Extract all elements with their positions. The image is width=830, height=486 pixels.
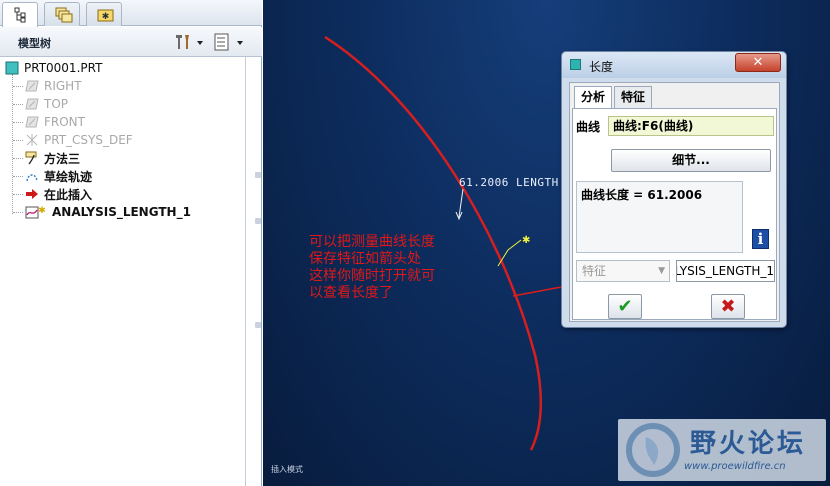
annotation-line: 可以把测量曲线长度 (309, 234, 435, 250)
forum-watermark: 野火论坛 www.proewildfire.cn (618, 419, 826, 481)
tree-item-top[interactable]: TOP (25, 95, 68, 113)
curve-feature-icon (25, 151, 39, 165)
ok-button[interactable]: ✔ (608, 294, 642, 319)
analysis-icon: ✱ (25, 205, 47, 219)
annotation-line: 保存特征如箭头处 (309, 251, 421, 267)
tab-layers[interactable] (44, 2, 80, 26)
result-text-area[interactable]: 曲线长度 = 61.2006 (576, 181, 743, 253)
datum-plane-icon (25, 97, 39, 111)
tree-branch (13, 158, 23, 159)
annotation-line: 这样你随时打开就可 (309, 268, 435, 284)
result-text: 曲线长度 = 61.2006 (581, 188, 703, 202)
tab-favorites[interactable]: ✱ (86, 2, 122, 26)
chevron-down-icon: ▼ (658, 266, 665, 276)
svg-text:✱: ✱ (38, 206, 46, 216)
model-tree-header: 模型树 (0, 27, 262, 57)
tree-item-analysis-length[interactable]: ✱ ANALYSIS_LENGTH_1 (25, 203, 191, 221)
tree-branch (13, 212, 23, 213)
watermark-url: www.proewildfire.cn (684, 461, 786, 472)
tree-branch (13, 194, 23, 195)
analysis-type-select[interactable]: 特征 ▼ (576, 260, 670, 282)
watermark-forum-name: 野火论坛 (690, 429, 807, 459)
dialog-app-icon (570, 59, 581, 70)
details-button[interactable]: 细节... (611, 149, 771, 172)
show-options-icon[interactable] (212, 32, 246, 52)
tree-item-sketch-trajectory[interactable]: 草绘轨迹 (25, 167, 92, 185)
panel-splitter-handle[interactable] (254, 172, 262, 372)
tree-branch (13, 122, 23, 123)
tree-item-insert-here[interactable]: 在此插入 (25, 185, 92, 203)
tab-analysis[interactable]: 分析 (574, 86, 613, 109)
dialog-title-bar[interactable]: 长度 ✕ (562, 52, 786, 78)
measure-length-label: 61.2006 LENGTH (459, 176, 559, 189)
tree-guide-line (12, 74, 13, 214)
tab-model-tree[interactable] (2, 2, 38, 27)
tree-item-front[interactable]: FRONT (25, 113, 85, 131)
tree-branch (13, 104, 23, 105)
navigator-panel: ✱ 模型树 PRT0001.PRT RIGHT TOP FRONT PRT_CS… (0, 0, 262, 486)
tree-item-method3[interactable]: 方法三 (25, 149, 80, 167)
flame-logo-icon (626, 423, 680, 477)
favorites-folder-icon: ✱ (97, 9, 114, 22)
tree-branch (13, 140, 23, 141)
analysis-tab-panel: 曲线 曲线:F6(曲线) 细节... 曲线长度 = 61.2006 i 特征 ▼… (572, 108, 777, 320)
red-annotation-text: 可以把测量曲线长度 保存特征如箭头处 这样你随时打开就可 以查看长度了 (309, 234, 499, 302)
analysis-type-value: 特征 (582, 264, 607, 278)
part-icon (5, 61, 19, 75)
svg-text:✱: ✱ (102, 12, 110, 22)
datum-plane-icon (25, 115, 39, 129)
feature-leader-star: ✱ (522, 235, 530, 246)
navigator-tab-bar: ✱ (0, 0, 262, 27)
tree-branch (13, 176, 23, 177)
info-icon[interactable]: i (752, 229, 769, 249)
tab-feature[interactable]: 特征 (614, 86, 653, 108)
curve-selection-field[interactable]: 曲线:F6(曲线) (608, 116, 774, 136)
feature-name-input[interactable]: ANALYSIS_LENGTH_1 (676, 260, 775, 282)
model-tree-icon (14, 7, 26, 23)
model-tree-title: 模型树 (18, 37, 51, 50)
status-text: 插入模式 (271, 465, 303, 474)
annotation-line: 以查看长度了 (309, 285, 393, 301)
tree-branch (13, 86, 23, 87)
layers-icon (55, 7, 73, 23)
length-leader-line (458, 188, 464, 218)
length-dialog: 长度 ✕ 分析 特征 曲线 曲线:F6(曲线) 细节... 曲线长度 = 61.… (561, 51, 787, 328)
cancel-button[interactable]: ✖ (711, 294, 745, 319)
dialog-title: 长度 (589, 60, 614, 74)
insert-here-arrow-icon (25, 187, 39, 201)
curve-label: 曲线 (576, 120, 601, 134)
model-tree: PRT0001.PRT RIGHT TOP FRONT PRT_CSYS_DEF… (0, 57, 246, 486)
datum-plane-icon (25, 79, 39, 93)
tree-item-root[interactable]: PRT0001.PRT (5, 59, 102, 77)
csys-icon (25, 133, 39, 147)
sketch-icon (25, 169, 39, 183)
settings-tools-icon[interactable] (172, 32, 206, 52)
dialog-body: 分析 特征 曲线 曲线:F6(曲线) 细节... 曲线长度 = 61.2006 … (569, 82, 780, 322)
tree-item-csys[interactable]: PRT_CSYS_DEF (25, 131, 133, 149)
dialog-close-button[interactable]: ✕ (735, 53, 781, 72)
tree-item-right[interactable]: RIGHT (25, 77, 82, 95)
